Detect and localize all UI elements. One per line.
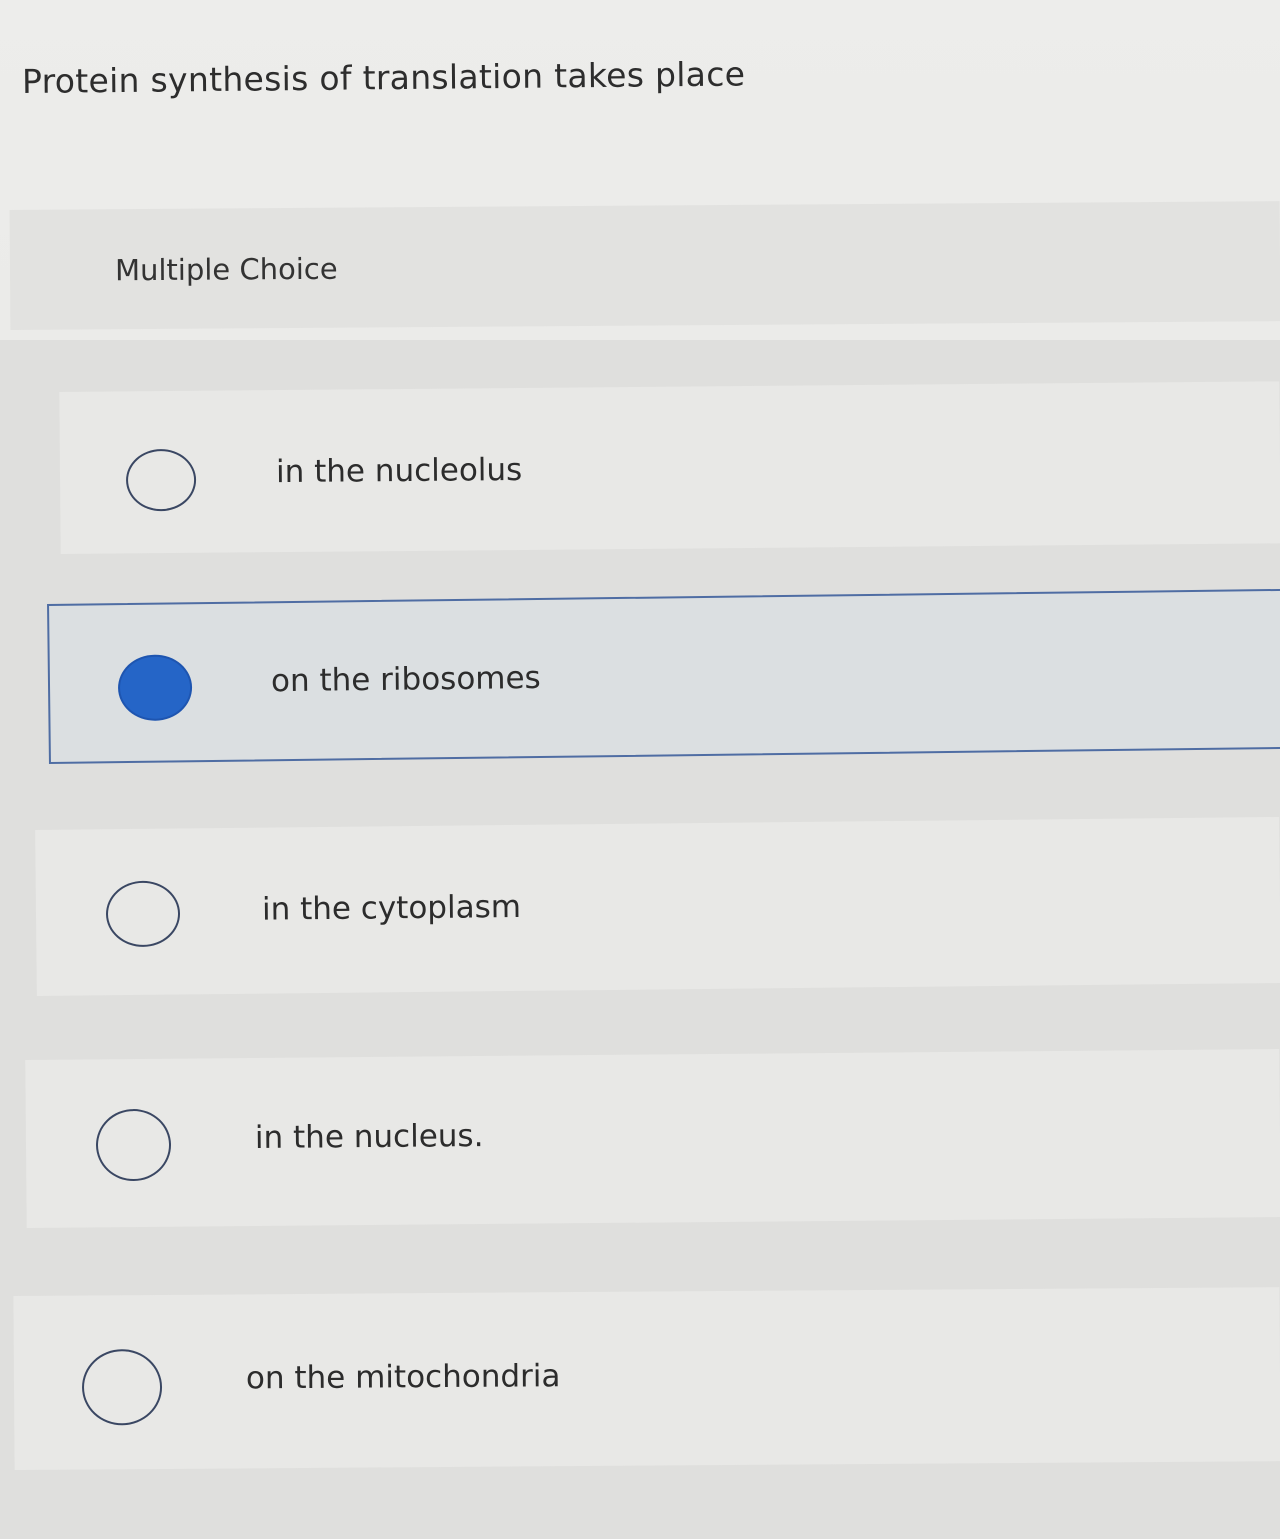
option-on-the-mitochondria[interactable]: on the mitochondria xyxy=(13,1287,1280,1470)
option-label: on the ribosomes xyxy=(270,659,541,700)
radio-button-icon[interactable] xyxy=(125,448,197,512)
option-in-the-nucleolus[interactable]: in the nucleolus xyxy=(59,381,1280,554)
multiple-choice-label: Multiple Choice xyxy=(114,251,338,288)
radio-button-icon[interactable] xyxy=(81,1348,163,1426)
multiple-choice-header: Multiple Choice xyxy=(9,201,1280,330)
option-label: in the cytoplasm xyxy=(261,888,522,928)
question-text: Protein synthesis of translation takes p… xyxy=(21,54,746,101)
radio-button-icon[interactable] xyxy=(105,880,181,948)
option-label: in the nucleolus xyxy=(275,451,523,491)
radio-button-selected-icon[interactable] xyxy=(117,654,193,722)
option-in-the-cytoplasm[interactable]: in the cytoplasm xyxy=(35,816,1280,996)
option-in-the-nucleus[interactable]: in the nucleus. xyxy=(25,1049,1280,1228)
quiz-page: Protein synthesis of translation takes p… xyxy=(0,0,1280,1539)
option-label: on the mitochondria xyxy=(245,1358,561,1397)
option-on-the-ribosomes[interactable]: on the ribosomes xyxy=(47,588,1280,764)
radio-button-icon[interactable] xyxy=(95,1108,172,1182)
option-label: in the nucleus. xyxy=(254,1118,484,1157)
